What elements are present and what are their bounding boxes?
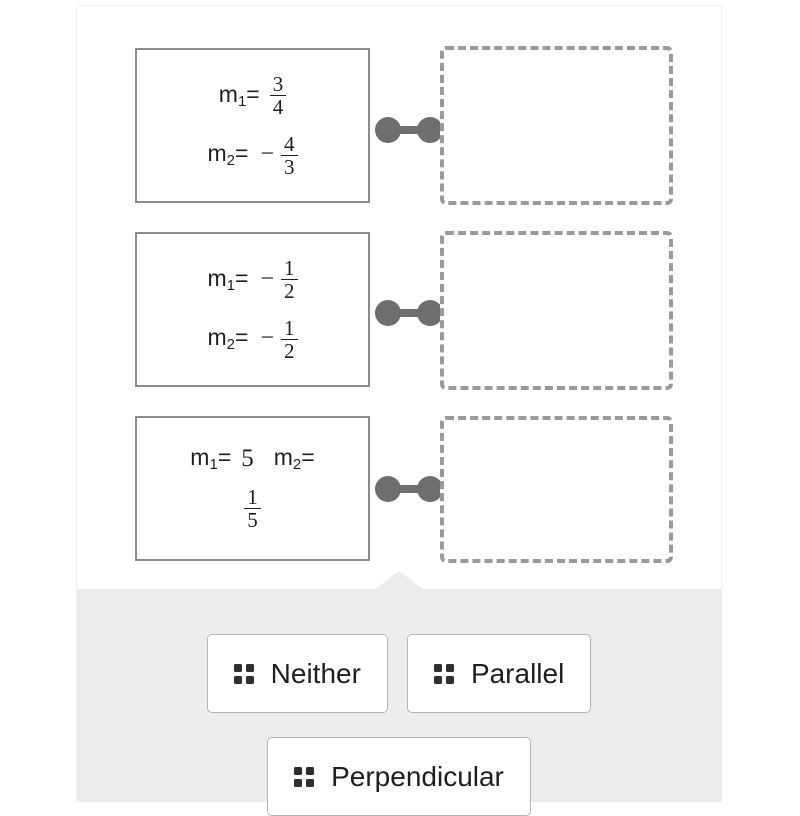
slope-variable: m1= bbox=[207, 264, 249, 295]
fraction: 1 2 bbox=[281, 256, 298, 303]
answer-choice-label: Perpendicular bbox=[331, 760, 504, 792]
slope-subscript: 2 bbox=[226, 336, 236, 354]
equals-sign: = bbox=[217, 443, 232, 470]
slope-variable: m2= bbox=[273, 443, 315, 474]
negative-sign: − bbox=[260, 265, 274, 292]
slope-subscript: 1 bbox=[226, 277, 236, 295]
fraction-numerator: 1 bbox=[284, 315, 295, 340]
slope-value: 5 bbox=[241, 445, 254, 473]
connector-link bbox=[375, 476, 443, 502]
answer-choice-parallel[interactable]: Parallel bbox=[406, 634, 592, 713]
fraction-denominator: 2 bbox=[281, 338, 298, 362]
drag-handle-icon[interactable] bbox=[433, 663, 454, 684]
drop-zone[interactable] bbox=[440, 231, 673, 390]
drop-zone[interactable] bbox=[440, 416, 673, 563]
drop-zone[interactable] bbox=[440, 46, 673, 205]
math-expression-line: m1= 5 m2= bbox=[190, 443, 315, 474]
slope-variable: m1= bbox=[218, 80, 260, 111]
fraction-numerator: 4 bbox=[284, 131, 295, 156]
answer-choice-label: Neither bbox=[270, 657, 361, 689]
connector-link bbox=[375, 300, 443, 326]
drag-handle-icon[interactable] bbox=[294, 766, 315, 787]
slope-variable: m2= bbox=[207, 139, 249, 170]
slope-subscript: 2 bbox=[292, 456, 302, 474]
prompt-card: m1= 5 m2= 1 5 bbox=[135, 416, 370, 561]
equals-sign: = bbox=[235, 139, 249, 166]
negative-sign: − bbox=[260, 141, 274, 168]
drag-handle-icon[interactable] bbox=[233, 663, 254, 684]
answer-choice-row: Neither Parallel bbox=[77, 634, 721, 713]
math-expression-line: m2= − 1 2 bbox=[207, 315, 298, 362]
fraction-numerator: 3 bbox=[272, 72, 284, 97]
fraction: 3 4 bbox=[269, 72, 287, 119]
answer-choice-row: Perpendicular bbox=[77, 737, 721, 816]
prompt-card: m1= 3 4 m2= − 4 3 bbox=[135, 48, 370, 203]
connector-link bbox=[375, 117, 443, 143]
answer-choice-perpendicular[interactable]: Perpendicular bbox=[267, 737, 531, 816]
equals-sign: = bbox=[301, 443, 315, 470]
fraction: 1 5 bbox=[244, 486, 261, 531]
answer-choice-neither[interactable]: Neither bbox=[206, 634, 388, 713]
fraction-numerator: 1 bbox=[284, 256, 295, 281]
equals-sign: = bbox=[246, 80, 260, 107]
exercise-panel: m1= 3 4 m2= − 4 3 m1= − 1 2 m2= − 1 2 m1… bbox=[76, 5, 722, 816]
fraction: 1 2 bbox=[281, 315, 298, 362]
slope-variable: m1= bbox=[190, 443, 232, 474]
fraction-denominator: 4 bbox=[269, 95, 287, 119]
math-expression-line: 1 5 bbox=[244, 486, 261, 531]
tray-notch-arrow bbox=[375, 571, 423, 589]
matching-area: m1= 3 4 m2= − 4 3 m1= − 1 2 m2= − 1 2 m1… bbox=[77, 6, 721, 589]
negative-sign: − bbox=[260, 325, 274, 352]
prompt-card: m1= − 1 2 m2= − 1 2 bbox=[135, 232, 370, 387]
math-expression-line: m1= 3 4 bbox=[218, 72, 287, 119]
equals-sign: = bbox=[235, 323, 249, 350]
equals-sign: = bbox=[235, 264, 249, 291]
answer-choices-tray: Neither Parallel Perpendicular bbox=[77, 571, 721, 816]
fraction: 4 3 bbox=[281, 131, 298, 178]
fraction-numerator: 1 bbox=[247, 485, 258, 510]
slope-subscript: 1 bbox=[209, 456, 218, 474]
answer-choice-label: Parallel bbox=[470, 657, 565, 689]
math-expression-line: m1= − 1 2 bbox=[207, 256, 298, 303]
slope-subscript: 2 bbox=[226, 152, 236, 170]
fraction-denominator: 5 bbox=[244, 508, 261, 531]
math-expression-line: m2= − 4 3 bbox=[207, 131, 298, 178]
fraction-denominator: 2 bbox=[281, 279, 298, 303]
slope-variable: m2= bbox=[207, 323, 249, 354]
fraction-denominator: 3 bbox=[281, 154, 298, 178]
